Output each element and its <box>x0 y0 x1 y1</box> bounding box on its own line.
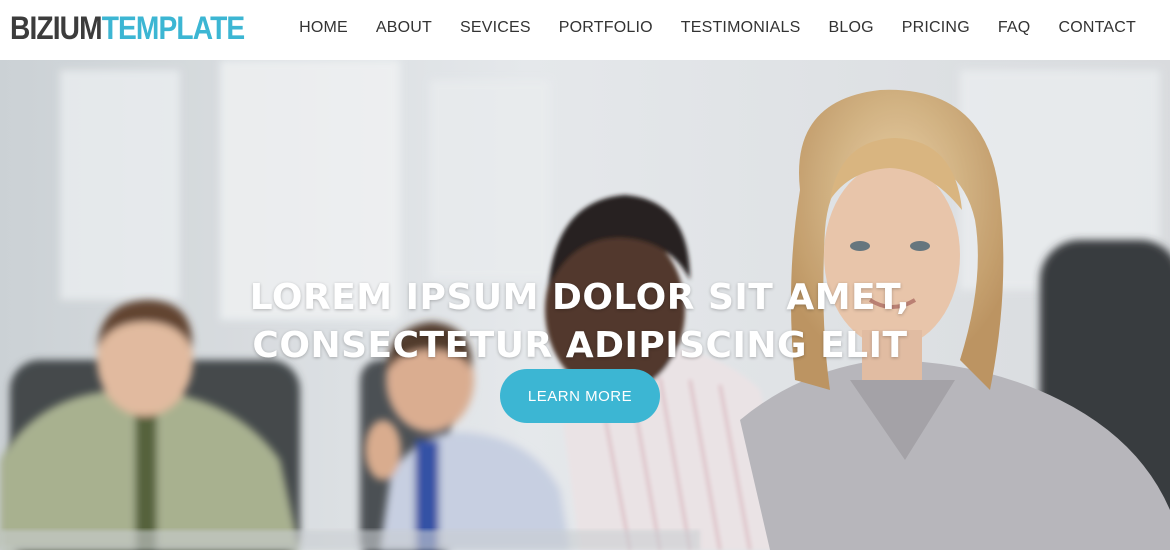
site-logo[interactable]: BIZIUMTEMPLATE <box>10 6 245 50</box>
hero-headline: LOREM IPSUM DOLOR SIT AMET, CONSECTETUR … <box>0 274 1160 370</box>
nav-link-contact[interactable]: CONTACT <box>1044 19 1150 37</box>
learn-more-button[interactable]: LEARN MORE <box>500 369 660 423</box>
hero-headline-line1: LOREM IPSUM DOLOR SIT AMET, <box>249 277 911 319</box>
nav-link-faq[interactable]: FAQ <box>984 19 1045 37</box>
nav-link-testimonials[interactable]: TESTIMONIALS <box>667 19 815 37</box>
nav-link-services[interactable]: SEVICES <box>446 19 545 37</box>
hero-section: LOREM IPSUM DOLOR SIT AMET, CONSECTETUR … <box>0 60 1170 550</box>
nav-link-home[interactable]: HOME <box>285 19 362 37</box>
nav-link-portfolio[interactable]: PORTFOLIO <box>545 19 667 37</box>
site-header: BIZIUMTEMPLATE HOME ABOUT SEVICES PORTFO… <box>0 0 1170 60</box>
nav-link-about[interactable]: ABOUT <box>362 19 446 37</box>
nav-link-pricing[interactable]: PRICING <box>888 19 984 37</box>
hero-headline-line2: CONSECTETUR ADIPISCING ELIT <box>252 325 908 367</box>
main-nav: HOME ABOUT SEVICES PORTFOLIO TESTIMONIAL… <box>285 0 1150 56</box>
logo-text-accent: TEMPLATE <box>101 10 245 46</box>
nav-link-blog[interactable]: BLOG <box>815 19 888 37</box>
logo-text-primary: BIZIUM <box>10 10 103 46</box>
